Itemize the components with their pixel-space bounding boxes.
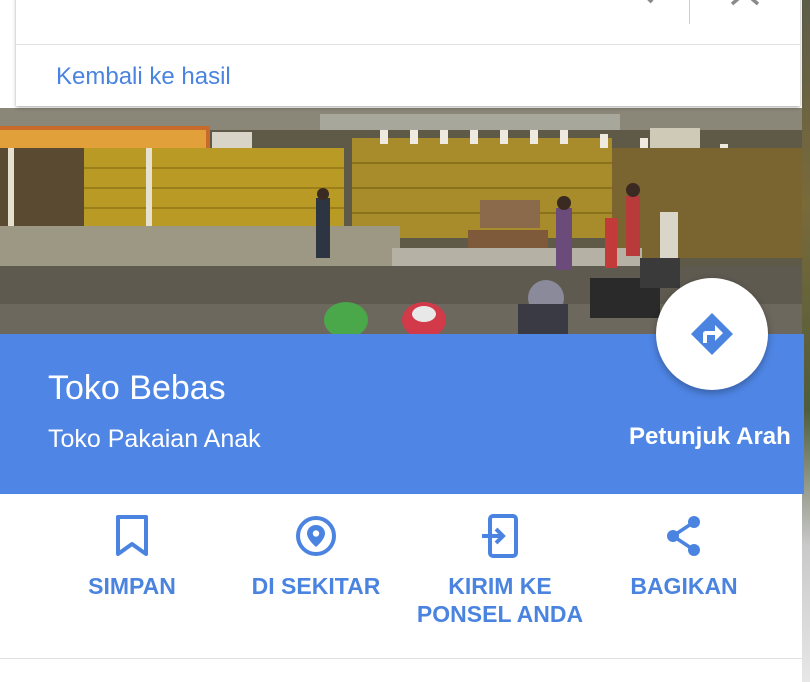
search-divider bbox=[689, 0, 690, 24]
search-card: bebas Kembali ke hasil bbox=[16, 0, 800, 106]
send-to-phone-icon bbox=[482, 514, 518, 558]
directions-label[interactable]: Petunjuk Arah bbox=[629, 422, 791, 452]
section-divider bbox=[0, 658, 804, 659]
close-icon[interactable] bbox=[728, 0, 762, 6]
place-title: Toko Bebas bbox=[48, 369, 226, 407]
search-icon[interactable] bbox=[616, 0, 656, 6]
save-button[interactable]: SIMPAN bbox=[62, 514, 202, 600]
share-icon bbox=[667, 516, 700, 556]
send-to-phone-label-line1: KIRIM KE bbox=[448, 573, 552, 599]
send-to-phone-label-line2: PONSEL ANDA bbox=[416, 601, 584, 627]
nearby-button[interactable]: DI SEKITAR bbox=[240, 514, 392, 600]
nearby-pin-icon bbox=[296, 516, 336, 556]
bookmark-icon bbox=[116, 515, 148, 556]
search-bar: bebas bbox=[16, 0, 800, 45]
share-label: BAGIKAN bbox=[630, 573, 738, 599]
directions-button[interactable] bbox=[656, 278, 768, 390]
search-query[interactable]: bebas bbox=[144, 0, 212, 6]
share-button[interactable]: BAGIKAN bbox=[620, 514, 748, 600]
nearby-label: DI SEKITAR bbox=[251, 573, 381, 599]
place-category: Toko Pakaian Anak bbox=[48, 425, 261, 453]
directions-icon bbox=[691, 313, 733, 355]
back-to-results-link[interactable]: Kembali ke hasil bbox=[56, 63, 231, 91]
send-to-phone-button[interactable]: KIRIM KE PONSEL ANDA bbox=[405, 514, 595, 628]
save-label: SIMPAN bbox=[88, 573, 176, 599]
